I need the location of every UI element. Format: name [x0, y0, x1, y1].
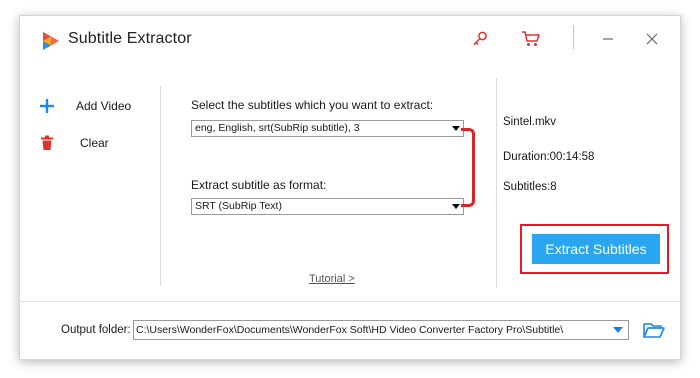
- subtitle-count: Subtitles:8: [503, 181, 557, 193]
- add-video-button[interactable]: Add Video: [38, 94, 156, 118]
- sidebar-divider: [160, 86, 161, 286]
- format-dropdown[interactable]: SRT (SubRip Text): [191, 198, 464, 215]
- dropdown-arrow-icon: [452, 204, 460, 209]
- output-folder-label: Output folder:: [61, 324, 131, 336]
- trash-icon: [38, 134, 56, 152]
- output-folder-input[interactable]: C:\Users\WonderFox\Documents\WonderFox S…: [133, 320, 629, 340]
- format-label: Extract subtitle as format:: [191, 178, 327, 192]
- dropdown-arrow-icon: [452, 126, 460, 131]
- subtitle-track-value: eng, English, srt(SubRip subtitle), 3: [195, 122, 360, 134]
- subtitle-track-dropdown[interactable]: eng, English, srt(SubRip subtitle), 3: [191, 120, 464, 137]
- footer-divider: [20, 301, 680, 302]
- clear-label: Clear: [80, 136, 109, 150]
- file-name: Sintel.mkv: [503, 116, 557, 128]
- close-icon[interactable]: [639, 26, 665, 52]
- output-folder-dropdown-icon[interactable]: [608, 321, 628, 339]
- tutorial-link[interactable]: Tutorial >: [309, 273, 355, 285]
- key-icon[interactable]: [467, 26, 493, 52]
- duration-text: Duration:00:14:58: [503, 151, 595, 163]
- subtitle-extractor-window: Subtitle Extractor Add Video Clear Selec…: [19, 15, 681, 360]
- title-bar: Subtitle Extractor: [20, 16, 680, 64]
- titlebar-separator: [573, 25, 574, 49]
- clear-button[interactable]: Clear: [38, 131, 156, 155]
- extract-subtitles-button[interactable]: Extract Subtitles: [532, 234, 660, 264]
- info-divider: [496, 78, 497, 288]
- plus-icon: [38, 97, 56, 115]
- logo-icon: [43, 32, 59, 50]
- app-title: Subtitle Extractor: [68, 30, 192, 47]
- open-folder-icon[interactable]: [643, 321, 665, 339]
- annotation-bracket: [461, 128, 475, 207]
- format-value: SRT (SubRip Text): [195, 200, 282, 212]
- add-video-label: Add Video: [76, 99, 132, 113]
- select-subtitles-label: Select the subtitles which you want to e…: [191, 98, 434, 112]
- sidebar: Add Video Clear: [20, 64, 160, 304]
- cart-icon[interactable]: [518, 26, 544, 52]
- minimize-icon[interactable]: [595, 26, 621, 52]
